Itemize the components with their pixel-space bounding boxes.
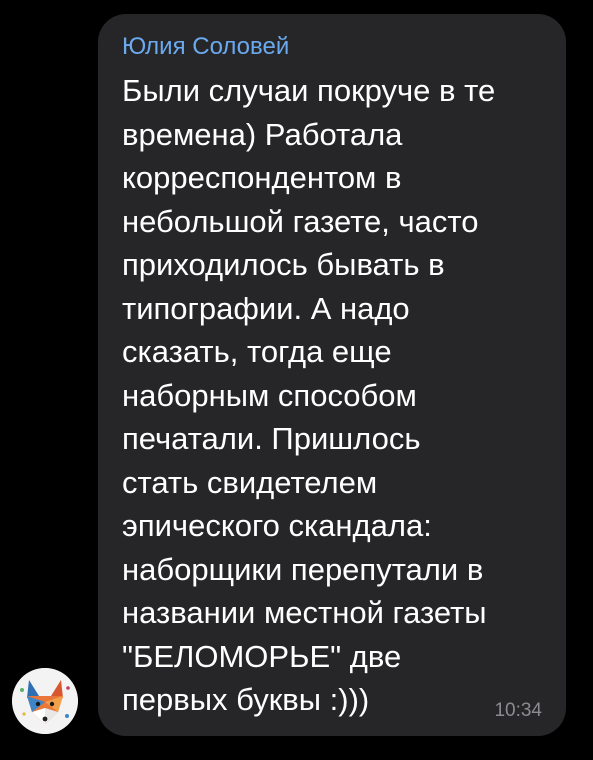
message-line: печатали. Пришлось [122,421,421,456]
message-line: "БЕЛОМОРЬЕ" две [122,638,402,674]
message-line: небольшой газете, часто [122,203,479,239]
message-line: стать свидетелем [122,464,378,500]
message-bubble[interactable]: Юлия Соловей Были случаи покруче в те вр… [98,14,566,736]
message-line: наборщики перепутали в [122,551,484,587]
sender-avatar[interactable] [12,668,78,734]
sender-name[interactable]: Юлия Соловей [122,32,542,62]
message-line: Были случаи покруче в те [122,73,496,108]
message-line: сказать, тогда еще [122,334,392,369]
message-line: названии местной газеты [122,595,487,630]
chat-view: Юлия Соловей Были случаи покруче в те вр… [0,0,593,760]
fox-avatar-icon [12,668,78,734]
message-line: корреспондентом в [122,160,402,195]
message-timestamp: 10:34 [494,700,542,721]
message-line: наборным способом [122,377,417,413]
message-line: времена) Работала [122,116,403,152]
message-line: эпического скандала: [122,508,432,543]
message-line: приходилось бывать в [122,247,445,282]
message-text: Были случаи покруче в те времена) Работа… [122,69,542,722]
message-line: первых буквы :))) [122,682,370,717]
message-line: типографии. А надо [122,290,410,326]
